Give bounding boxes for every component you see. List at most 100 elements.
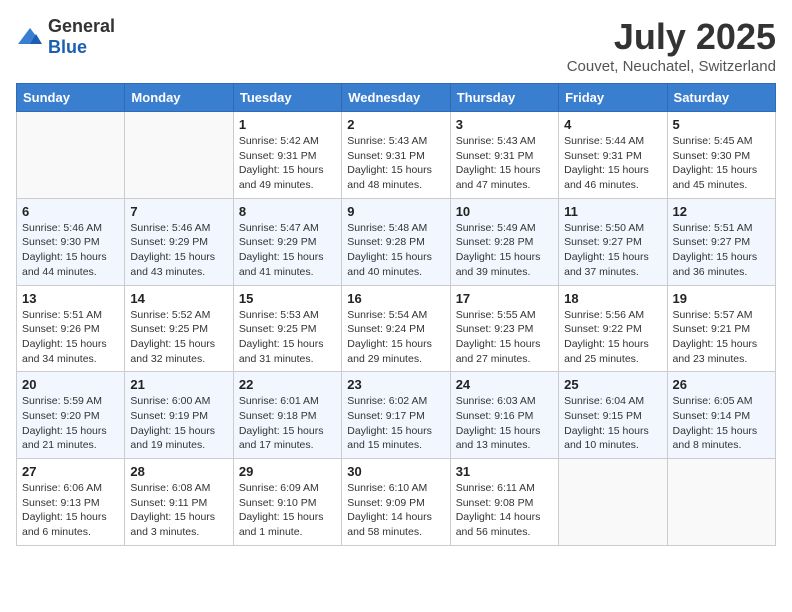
day-number: 25 — [564, 377, 661, 392]
day-number: 26 — [673, 377, 770, 392]
logo-text-blue: Blue — [48, 37, 87, 57]
day-number: 23 — [347, 377, 444, 392]
calendar-day-cell: 28Sunrise: 6:08 AM Sunset: 9:11 PM Dayli… — [125, 459, 233, 546]
day-info: Sunrise: 5:57 AM Sunset: 9:21 PM Dayligh… — [673, 308, 770, 367]
day-of-week-header: Saturday — [667, 84, 775, 112]
day-info: Sunrise: 5:47 AM Sunset: 9:29 PM Dayligh… — [239, 221, 336, 280]
day-number: 19 — [673, 291, 770, 306]
day-number: 22 — [239, 377, 336, 392]
day-info: Sunrise: 6:05 AM Sunset: 9:14 PM Dayligh… — [673, 394, 770, 453]
day-info: Sunrise: 5:46 AM Sunset: 9:29 PM Dayligh… — [130, 221, 227, 280]
day-of-week-header: Friday — [559, 84, 667, 112]
day-number: 7 — [130, 204, 227, 219]
calendar-day-cell: 21 Sunrise: 6:00 AM Sunset: 9:19 PM Dayli… — [125, 372, 233, 459]
title-block: July 2025 Couvet, Neuchatel, Switzerland — [567, 16, 776, 75]
calendar-day-cell: 13 Sunrise: 5:51 AM Sunset: 9:26 PM Dayli… — [17, 285, 125, 372]
day-of-week-header: Monday — [125, 84, 233, 112]
day-info: Sunrise: 5:45 AM Sunset: 9:30 PM Dayligh… — [673, 134, 770, 193]
calendar-day-cell: 4 Sunrise: 5:44 AM Sunset: 9:31 PM Daylig… — [559, 112, 667, 199]
day-info: Sunrise: 6:01 AM Sunset: 9:18 PM Dayligh… — [239, 394, 336, 453]
day-info: Sunrise: 5:43 AM Sunset: 9:31 PM Dayligh… — [456, 134, 553, 193]
day-number: 16 — [347, 291, 444, 306]
day-info: Sunrise: 5:55 AM Sunset: 9:23 PM Dayligh… — [456, 308, 553, 367]
day-info: Sunrise: 6:09 AM Sunset: 9:10 PM Dayligh… — [239, 481, 336, 540]
calendar-day-cell: 8Sunrise: 5:47 AM Sunset: 9:29 PM Daylig… — [233, 198, 341, 285]
day-number: 27 — [22, 464, 119, 479]
day-of-week-header: Sunday — [17, 84, 125, 112]
day-info: Sunrise: 5:56 AM Sunset: 9:22 PM Dayligh… — [564, 308, 661, 367]
day-info: Sunrise: 5:59 AM Sunset: 9:20 PM Dayligh… — [22, 394, 119, 453]
day-number: 12 — [673, 204, 770, 219]
calendar-day-cell: 10Sunrise: 5:49 AM Sunset: 9:28 PM Dayli… — [450, 198, 558, 285]
day-info: Sunrise: 6:04 AM Sunset: 9:15 PM Dayligh… — [564, 394, 661, 453]
logo-text-general: General — [48, 16, 115, 36]
calendar-week-row: 13 Sunrise: 5:51 AM Sunset: 9:26 PM Dayli… — [17, 285, 776, 372]
day-info: Sunrise: 5:43 AM Sunset: 9:31 PM Dayligh… — [347, 134, 444, 193]
calendar-day-cell: 25 Sunrise: 6:04 AM Sunset: 9:15 PM Dayli… — [559, 372, 667, 459]
day-of-week-header: Tuesday — [233, 84, 341, 112]
calendar-day-cell: 6 Sunrise: 5:46 AM Sunset: 9:30 PM Daylig… — [17, 198, 125, 285]
calendar-week-row: 20 Sunrise: 5:59 AM Sunset: 9:20 PM Dayli… — [17, 372, 776, 459]
day-info: Sunrise: 6:10 AM Sunset: 9:09 PM Dayligh… — [347, 481, 444, 540]
day-number: 9 — [347, 204, 444, 219]
calendar-day-cell: 1Sunrise: 5:42 AM Sunset: 9:31 PM Daylig… — [233, 112, 341, 199]
calendar-day-cell: 14 Sunrise: 5:52 AM Sunset: 9:25 PM Dayli… — [125, 285, 233, 372]
calendar-day-cell: 29Sunrise: 6:09 AM Sunset: 9:10 PM Dayli… — [233, 459, 341, 546]
day-number: 13 — [22, 291, 119, 306]
day-info: Sunrise: 6:11 AM Sunset: 9:08 PM Dayligh… — [456, 481, 553, 540]
day-number: 3 — [456, 117, 553, 132]
day-info: Sunrise: 5:51 AM Sunset: 9:26 PM Dayligh… — [22, 308, 119, 367]
calendar-day-cell — [559, 459, 667, 546]
day-of-week-header: Wednesday — [342, 84, 450, 112]
day-number: 4 — [564, 117, 661, 132]
day-info: Sunrise: 5:48 AM Sunset: 9:28 PM Dayligh… — [347, 221, 444, 280]
calendar-day-cell: 19 Sunrise: 5:57 AM Sunset: 9:21 PM Dayli… — [667, 285, 775, 372]
day-number: 15 — [239, 291, 336, 306]
day-number: 5 — [673, 117, 770, 132]
page-header: General Blue July 2025 Couvet, Neuchatel… — [16, 16, 776, 75]
calendar-day-cell: 18 Sunrise: 5:56 AM Sunset: 9:22 PM Dayli… — [559, 285, 667, 372]
calendar-day-cell: 31 Sunrise: 6:11 AM Sunset: 9:08 PM Dayli… — [450, 459, 558, 546]
calendar-day-cell: 2 Sunrise: 5:43 AM Sunset: 9:31 PM Daylig… — [342, 112, 450, 199]
calendar-day-cell: 16 Sunrise: 5:54 AM Sunset: 9:24 PM Dayli… — [342, 285, 450, 372]
day-number: 20 — [22, 377, 119, 392]
calendar-day-cell — [125, 112, 233, 199]
day-info: Sunrise: 5:54 AM Sunset: 9:24 PM Dayligh… — [347, 308, 444, 367]
day-number: 31 — [456, 464, 553, 479]
day-number: 18 — [564, 291, 661, 306]
day-info: Sunrise: 6:03 AM Sunset: 9:16 PM Dayligh… — [456, 394, 553, 453]
calendar-day-cell: 27Sunrise: 6:06 AM Sunset: 9:13 PM Dayli… — [17, 459, 125, 546]
day-of-week-header: Thursday — [450, 84, 558, 112]
calendar-day-cell: 5 Sunrise: 5:45 AM Sunset: 9:30 PM Daylig… — [667, 112, 775, 199]
calendar-day-cell: 17Sunrise: 5:55 AM Sunset: 9:23 PM Dayli… — [450, 285, 558, 372]
day-info: Sunrise: 5:50 AM Sunset: 9:27 PM Dayligh… — [564, 221, 661, 280]
calendar-day-cell: 30 Sunrise: 6:10 AM Sunset: 9:09 PM Dayli… — [342, 459, 450, 546]
day-info: Sunrise: 5:52 AM Sunset: 9:25 PM Dayligh… — [130, 308, 227, 367]
calendar-day-cell: 3 Sunrise: 5:43 AM Sunset: 9:31 PM Daylig… — [450, 112, 558, 199]
calendar-day-cell: 12 Sunrise: 5:51 AM Sunset: 9:27 PM Dayli… — [667, 198, 775, 285]
day-info: Sunrise: 5:51 AM Sunset: 9:27 PM Dayligh… — [673, 221, 770, 280]
day-info: Sunrise: 5:44 AM Sunset: 9:31 PM Dayligh… — [564, 134, 661, 193]
calendar-table: SundayMondayTuesdayWednesdayThursdayFrid… — [16, 83, 776, 546]
day-number: 2 — [347, 117, 444, 132]
day-number: 21 — [130, 377, 227, 392]
day-number: 11 — [564, 204, 661, 219]
day-number: 28 — [130, 464, 227, 479]
day-number: 10 — [456, 204, 553, 219]
calendar-day-cell: 23 Sunrise: 6:02 AM Sunset: 9:17 PM Dayli… — [342, 372, 450, 459]
logo-icon — [16, 26, 44, 48]
day-number: 30 — [347, 464, 444, 479]
month-title: July 2025 — [567, 16, 776, 58]
day-info: Sunrise: 5:42 AM Sunset: 9:31 PM Dayligh… — [239, 134, 336, 193]
calendar-week-row: 6 Sunrise: 5:46 AM Sunset: 9:30 PM Daylig… — [17, 198, 776, 285]
day-info: Sunrise: 5:46 AM Sunset: 9:30 PM Dayligh… — [22, 221, 119, 280]
day-info: Sunrise: 5:53 AM Sunset: 9:25 PM Dayligh… — [239, 308, 336, 367]
day-info: Sunrise: 6:02 AM Sunset: 9:17 PM Dayligh… — [347, 394, 444, 453]
calendar-day-cell: 26 Sunrise: 6:05 AM Sunset: 9:14 PM Dayli… — [667, 372, 775, 459]
calendar-header-row: SundayMondayTuesdayWednesdayThursdayFrid… — [17, 84, 776, 112]
day-number: 6 — [22, 204, 119, 219]
calendar-day-cell: 11 Sunrise: 5:50 AM Sunset: 9:27 PM Dayli… — [559, 198, 667, 285]
calendar-week-row: 1Sunrise: 5:42 AM Sunset: 9:31 PM Daylig… — [17, 112, 776, 199]
day-info: Sunrise: 6:00 AM Sunset: 9:19 PM Dayligh… — [130, 394, 227, 453]
day-number: 14 — [130, 291, 227, 306]
